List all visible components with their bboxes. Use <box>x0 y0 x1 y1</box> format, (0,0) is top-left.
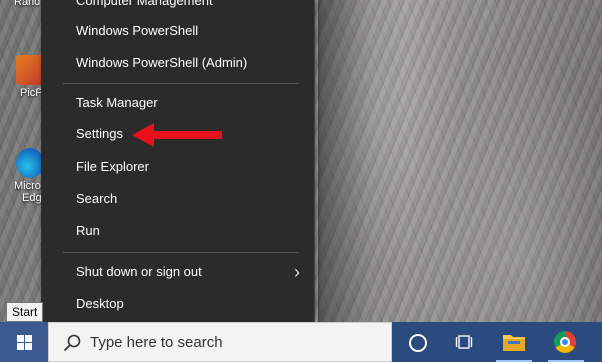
search-placeholder: Type here to search <box>90 334 223 351</box>
red-arrow-annotation <box>132 123 222 147</box>
menu-item-windows-powershell[interactable]: Windows PowerShell <box>41 16 314 46</box>
menu-item-label: Desktop <box>76 296 124 311</box>
chrome-taskbar-button[interactable] <box>544 322 588 362</box>
edge-icon <box>16 148 44 178</box>
winx-context-menu: Computer Management Windows PowerShell W… <box>41 0 315 322</box>
menu-item-file-explorer[interactable]: File Explorer <box>41 152 314 182</box>
desktop-icon-picpick[interactable]: PicP <box>0 55 44 99</box>
desktop-icon-label: Micro <box>14 180 41 192</box>
menu-item-label: Windows PowerShell <box>76 23 199 38</box>
menu-item-computer-management[interactable]: Computer Management <box>41 0 314 16</box>
menu-separator <box>63 252 299 253</box>
menu-item-label: Shut down or sign out <box>76 264 202 279</box>
menu-item-task-manager[interactable]: Task Manager <box>41 88 314 118</box>
menu-item-run[interactable]: Run <box>41 216 314 246</box>
taskbar-search-box[interactable]: Type here to search <box>48 322 392 362</box>
task-view-icon <box>455 335 473 349</box>
menu-item-label: File Explorer <box>76 159 149 174</box>
chevron-right-icon: › <box>294 262 300 282</box>
taskbar: Type here to search <box>0 322 602 362</box>
menu-item-label: Settings <box>76 126 123 141</box>
search-icon <box>63 334 81 352</box>
task-view-button[interactable] <box>442 322 486 362</box>
menu-item-shut-down[interactable]: Shut down or sign out › <box>41 257 314 287</box>
file-explorer-icon <box>503 335 525 351</box>
desktop-icon-label: Rand <box>14 0 41 8</box>
picpick-icon <box>16 55 44 85</box>
menu-item-label: Search <box>76 191 118 206</box>
cortana-icon <box>409 334 427 352</box>
file-explorer-taskbar-button[interactable] <box>492 322 536 362</box>
desktop-icon-rand[interactable]: Rand <box>0 0 44 8</box>
windows-logo-icon <box>17 335 32 350</box>
menu-item-label: Computer Management <box>76 0 213 8</box>
start-tooltip: Start <box>6 302 44 322</box>
wallpaper-shadow <box>318 0 408 322</box>
start-button[interactable] <box>0 322 48 362</box>
cortana-button[interactable] <box>396 322 440 362</box>
menu-separator <box>63 83 299 84</box>
menu-item-label: Run <box>76 223 100 238</box>
menu-item-label: Windows PowerShell (Admin) <box>76 55 248 70</box>
desktop-icon-edge[interactable]: Micro Edg <box>0 148 44 204</box>
chrome-icon <box>554 331 576 353</box>
menu-item-desktop[interactable]: Desktop <box>41 289 314 319</box>
menu-item-label: Task Manager <box>76 95 158 110</box>
menu-item-windows-powershell-admin[interactable]: Windows PowerShell (Admin) <box>41 48 314 78</box>
menu-item-search[interactable]: Search <box>41 184 314 214</box>
